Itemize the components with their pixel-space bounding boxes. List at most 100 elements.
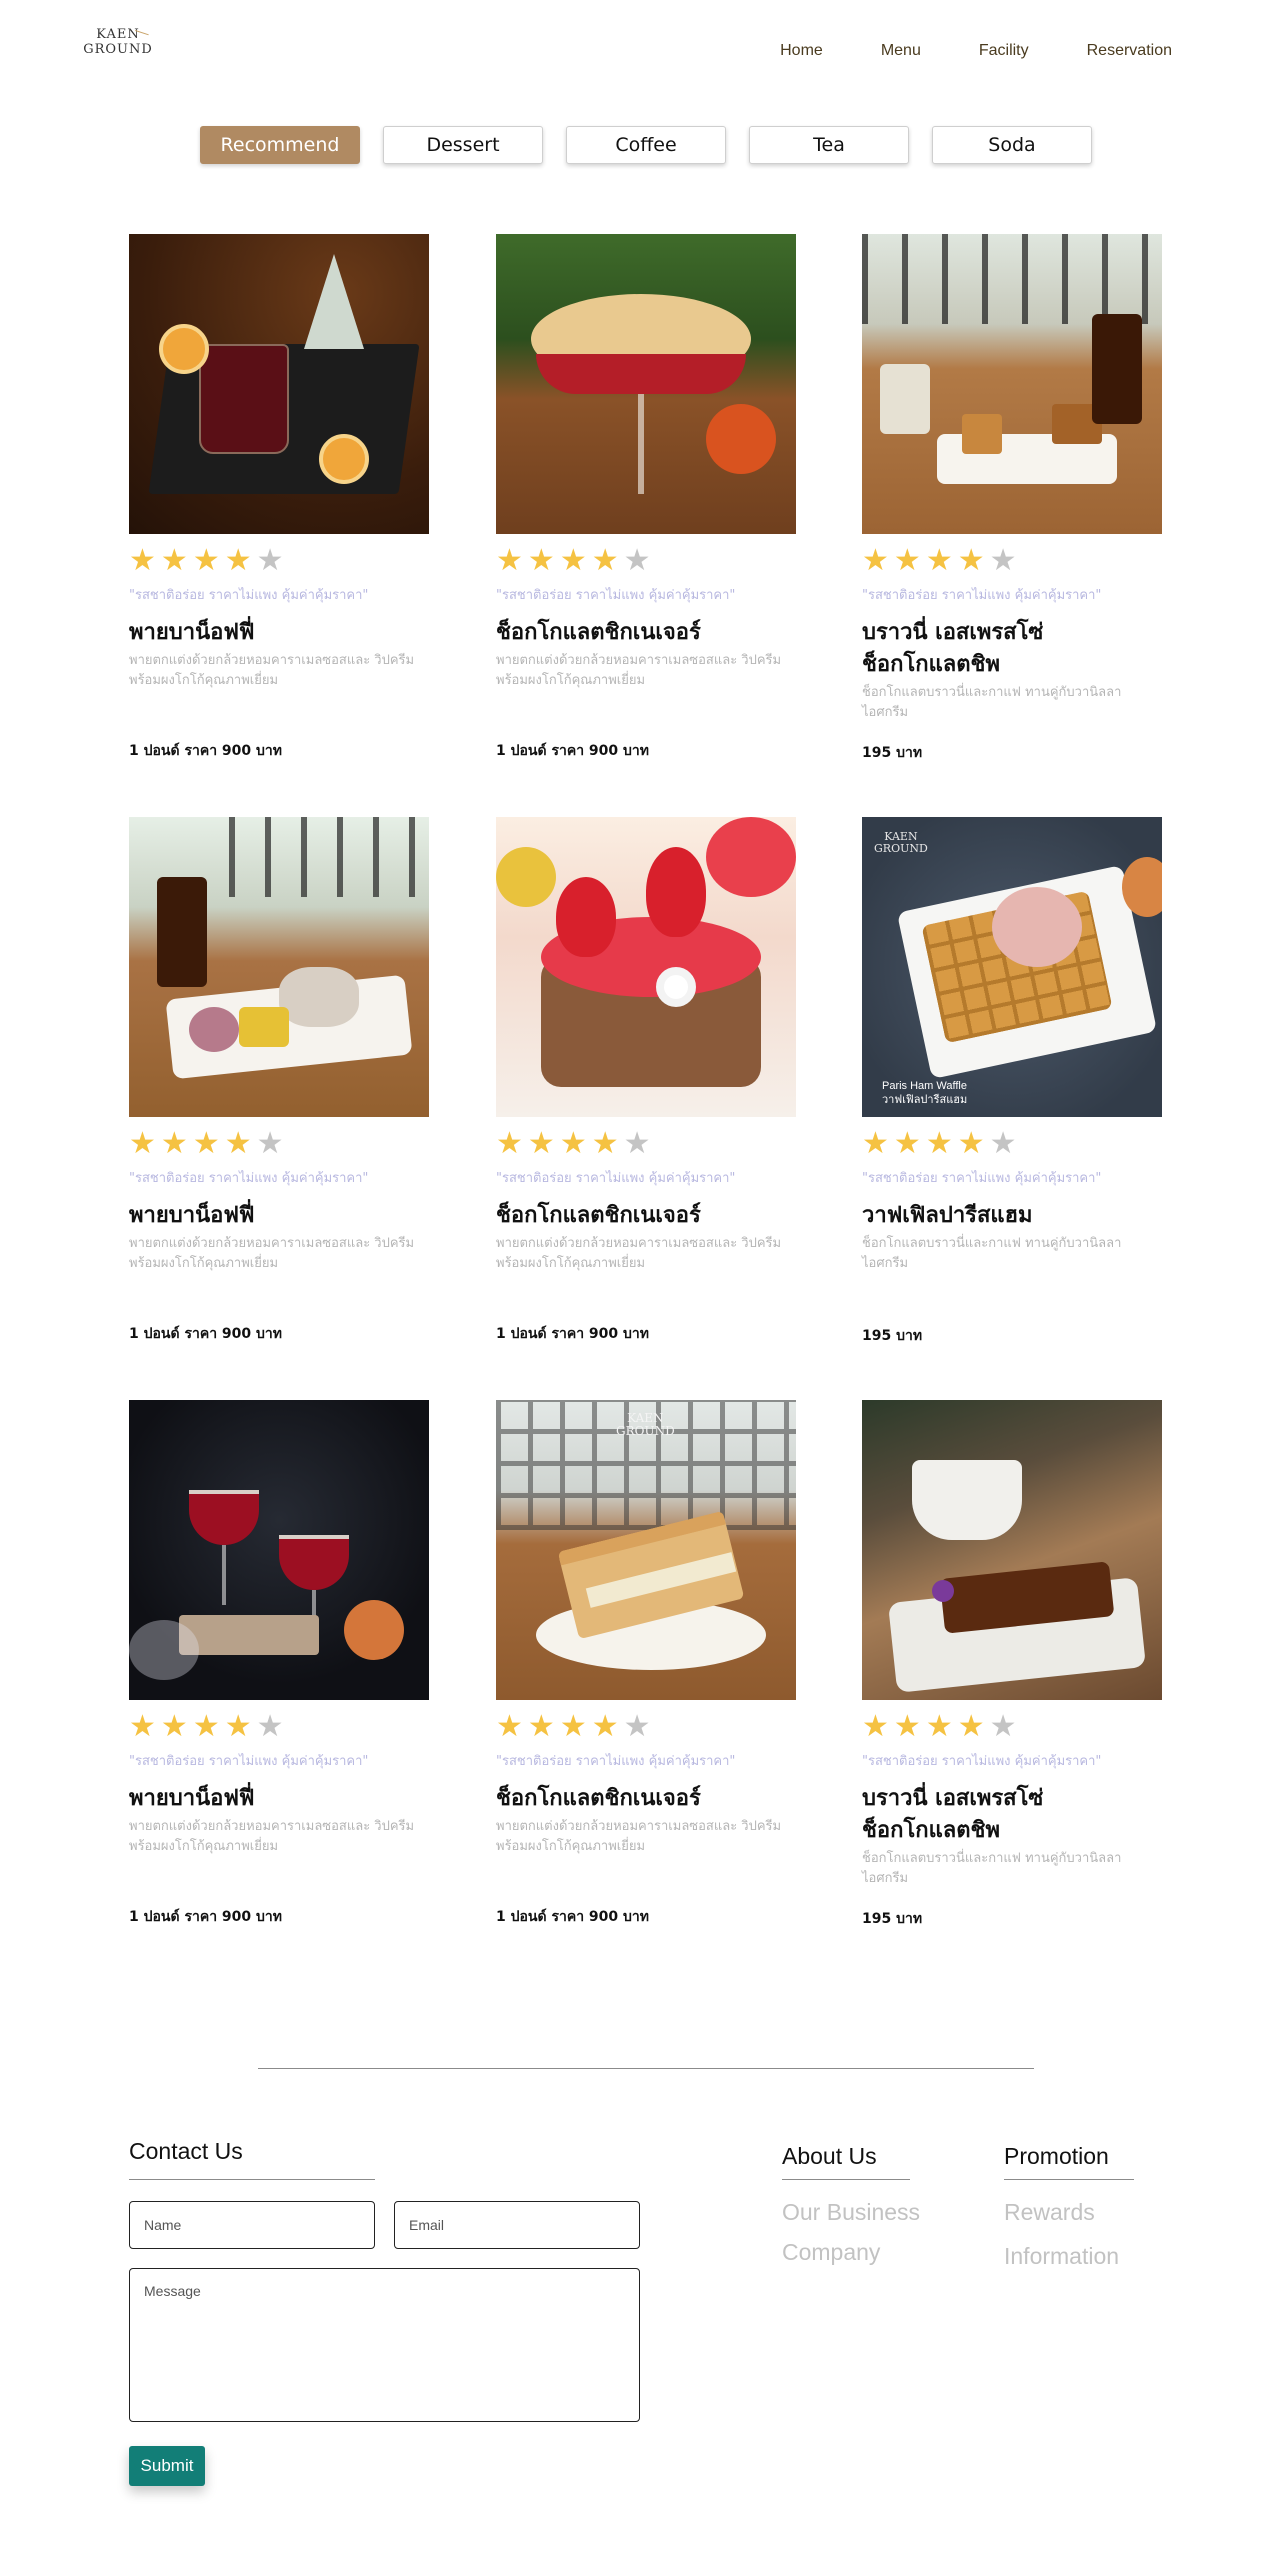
star-icon: ★ xyxy=(496,1709,523,1744)
about-title: About Us xyxy=(782,2143,877,2169)
star-icon: ★ xyxy=(224,1126,252,1161)
star-icon: ★ xyxy=(862,1126,889,1161)
star-empty-icon: ★ xyxy=(256,1709,284,1744)
product-price: 1 ปอนด์ ราคา 900 บาท xyxy=(129,1326,283,1342)
product-name: พายบาน็อฟฟี่ xyxy=(129,1786,255,1811)
star-empty-icon: ★ xyxy=(989,1709,1017,1744)
product-card[interactable]: KAEN GROUND Paris Ham Waffle วาฟเฟิลปารีส… xyxy=(862,817,1162,1344)
product-price: 1 ปอนด์ ราคา 900 บาท xyxy=(496,1909,650,1925)
star-icon: ★ xyxy=(591,1126,619,1161)
link-company[interactable]: Company xyxy=(782,2232,880,2272)
product-photo xyxy=(862,1400,1162,1700)
product-name: พายบาน็อฟฟี่ xyxy=(129,1203,255,1228)
brand-logo[interactable]: KAEN GROUND xyxy=(80,28,156,56)
product-description: พายตกแต่งด้วยกล้วยหอมคาราเมลซอสและ วิปคร… xyxy=(496,1236,782,1271)
tab-coffee[interactable]: Coffee xyxy=(566,126,726,164)
star-icon: ★ xyxy=(160,1126,188,1161)
star-icon: ★ xyxy=(129,1126,156,1161)
product-card[interactable]: ★ ★ ★ ★ ★ "รสชาติอร่อย ราคาไม่แพง คุ้มค่าคุ้… xyxy=(496,817,796,1342)
star-empty-icon: ★ xyxy=(256,1126,284,1161)
link-rewards[interactable]: Rewards xyxy=(1004,2192,1095,2232)
star-icon: ★ xyxy=(591,543,619,578)
nav-facility[interactable]: Facility xyxy=(979,42,1029,60)
rating-stars: ★ ★ ★ ★ ★ xyxy=(496,1712,796,1742)
product-card[interactable]: ★ ★ ★ ★ ★ "รสชาติอร่อย ราคาไม่แพง คุ้มค่าคุ้… xyxy=(862,1400,1162,1927)
product-tagline: "รสชาติอร่อย ราคาไม่แพง คุ้มค่าคุ้มราคา" xyxy=(862,1171,1102,1186)
tab-recommend[interactable]: Recommend xyxy=(200,126,360,164)
category-tabs: Recommend Dessert Coffee Tea Soda xyxy=(200,126,1092,164)
rating-stars: ★ ★ ★ ★ ★ xyxy=(862,1129,1162,1159)
nav-reservation[interactable]: Reservation xyxy=(1087,42,1172,60)
link-our-business[interactable]: Our Business xyxy=(782,2192,920,2232)
star-icon: ★ xyxy=(862,1709,889,1744)
product-photo xyxy=(496,234,796,534)
star-icon: ★ xyxy=(496,1126,523,1161)
star-empty-icon: ★ xyxy=(256,543,284,578)
product-description: พายตกแต่งด้วยกล้วยหอมคาราเมลซอสและ วิปคร… xyxy=(496,653,782,688)
nav-home[interactable]: Home xyxy=(780,42,823,60)
star-icon: ★ xyxy=(129,1709,156,1744)
rating-stars: ★ ★ ★ ★ ★ xyxy=(862,546,1162,576)
product-card[interactable]: ★ ★ ★ ★ ★ "รสชาติอร่อย ราคาไม่แพง คุ้มค่าคุ้… xyxy=(496,234,796,759)
star-icon: ★ xyxy=(527,1709,555,1744)
product-description: พายตกแต่งด้วยกล้วยหอมคาราเมลซอสและ วิปคร… xyxy=(129,1819,415,1854)
star-icon: ★ xyxy=(224,1709,252,1744)
photo-watermark: KAEN GROUND xyxy=(616,1411,675,1438)
product-photo: KAEN GROUND xyxy=(496,1400,796,1700)
star-icon: ★ xyxy=(192,1709,220,1744)
product-tagline: "รสชาติอร่อย ราคาไม่แพง คุ้มค่าคุ้มราคา" xyxy=(496,588,736,603)
star-icon: ★ xyxy=(224,543,252,578)
product-name: บราวนี่ เอสเพรสโซ่ ช็อกโกแลตชิพ xyxy=(862,620,1044,677)
tab-dessert[interactable]: Dessert xyxy=(383,126,543,164)
email-field[interactable]: Email xyxy=(394,2201,640,2249)
product-price: 1 ปอนด์ ราคา 900 บาท xyxy=(129,1909,283,1925)
product-description: ช็อกโกแลตบราวนี่และกาแฟ ทานคู่กับวานิลลา… xyxy=(862,685,1122,720)
product-price: 1 ปอนด์ ราคา 900 บาท xyxy=(496,743,650,759)
message-field[interactable]: Message xyxy=(129,2268,640,2422)
product-photo xyxy=(129,1400,429,1700)
brand-logo-line2: GROUND xyxy=(83,42,153,57)
star-icon: ★ xyxy=(957,1709,985,1744)
product-tagline: "รสชาติอร่อย ราคาไม่แพง คุ้มค่าคุ้มราคา" xyxy=(129,1754,369,1769)
star-icon: ★ xyxy=(160,543,188,578)
site-header: KAEN GROUND Home Menu Facility Reservati… xyxy=(0,0,1280,110)
product-price: 195 บาท xyxy=(862,1328,923,1344)
product-photo xyxy=(129,234,429,534)
product-card[interactable]: ★ ★ ★ ★ ★ "รสชาติอร่อย ราคาไม่แพง คุ้มค่าคุ้… xyxy=(129,817,429,1342)
star-icon: ★ xyxy=(893,1709,921,1744)
star-empty-icon: ★ xyxy=(989,543,1017,578)
name-field[interactable]: Name xyxy=(129,2201,375,2249)
rating-stars: ★ ★ ★ ★ ★ xyxy=(496,546,796,576)
product-name: ช็อกโกแลตชิกเนเจอร์ xyxy=(496,620,701,645)
star-icon: ★ xyxy=(925,1126,953,1161)
product-name: ช็อกโกแลตชิกเนเจอร์ xyxy=(496,1786,701,1811)
product-tagline: "รสชาติอร่อย ราคาไม่แพง คุ้มค่าคุ้มราคา" xyxy=(862,588,1102,603)
star-icon: ★ xyxy=(957,1126,985,1161)
product-description: ช็อกโกแลตบราวนี่และกาแฟ ทานคู่กับวานิลลา… xyxy=(862,1236,1122,1271)
star-icon: ★ xyxy=(893,1126,921,1161)
star-icon: ★ xyxy=(129,543,156,578)
product-name: พายบาน็อฟฟี่ xyxy=(129,620,255,645)
star-icon: ★ xyxy=(925,1709,953,1744)
tab-soda[interactable]: Soda xyxy=(932,126,1092,164)
promotion-title: Promotion xyxy=(1004,2143,1109,2169)
rating-stars: ★ ★ ★ ★ ★ xyxy=(496,1129,796,1159)
submit-button[interactable]: Submit xyxy=(129,2446,205,2486)
about-title-underline xyxy=(782,2179,910,2180)
star-icon: ★ xyxy=(559,1709,587,1744)
photo-watermark: KAEN GROUND xyxy=(874,830,928,855)
product-photo xyxy=(862,234,1162,534)
product-tagline: "รสชาติอร่อย ราคาไม่แพง คุ้มค่าคุ้มราคา" xyxy=(129,1171,369,1186)
product-price: 195 บาท xyxy=(862,1911,923,1927)
product-price: 1 ปอนด์ ราคา 900 บาท xyxy=(496,1326,650,1342)
nav-menu[interactable]: Menu xyxy=(881,42,921,60)
product-description: พายตกแต่งด้วยกล้วยหอมคาราเมลซอสและ วิปคร… xyxy=(129,653,415,688)
link-information[interactable]: Information xyxy=(1004,2236,1119,2276)
product-card[interactable]: ★ ★ ★ ★ ★ "รสชาติอร่อย ราคาไม่แพง คุ้มค่าคุ้… xyxy=(129,234,429,759)
product-card[interactable]: ★ ★ ★ ★ ★ "รสชาติอร่อย ราคาไม่แพง คุ้มค่าคุ้… xyxy=(129,1400,429,1925)
product-card[interactable]: KAEN GROUND ★ ★ ★ ★ ★ "รสชาติอร่อย ราคาไม่แพง… xyxy=(496,1400,796,1925)
star-icon: ★ xyxy=(559,1126,587,1161)
product-card[interactable]: ★ ★ ★ ★ ★ "รสชาติอร่อย ราคาไม่แพง คุ้มค่าคุ้… xyxy=(862,234,1162,761)
tab-tea[interactable]: Tea xyxy=(749,126,909,164)
rating-stars: ★ ★ ★ ★ ★ xyxy=(862,1712,1162,1742)
